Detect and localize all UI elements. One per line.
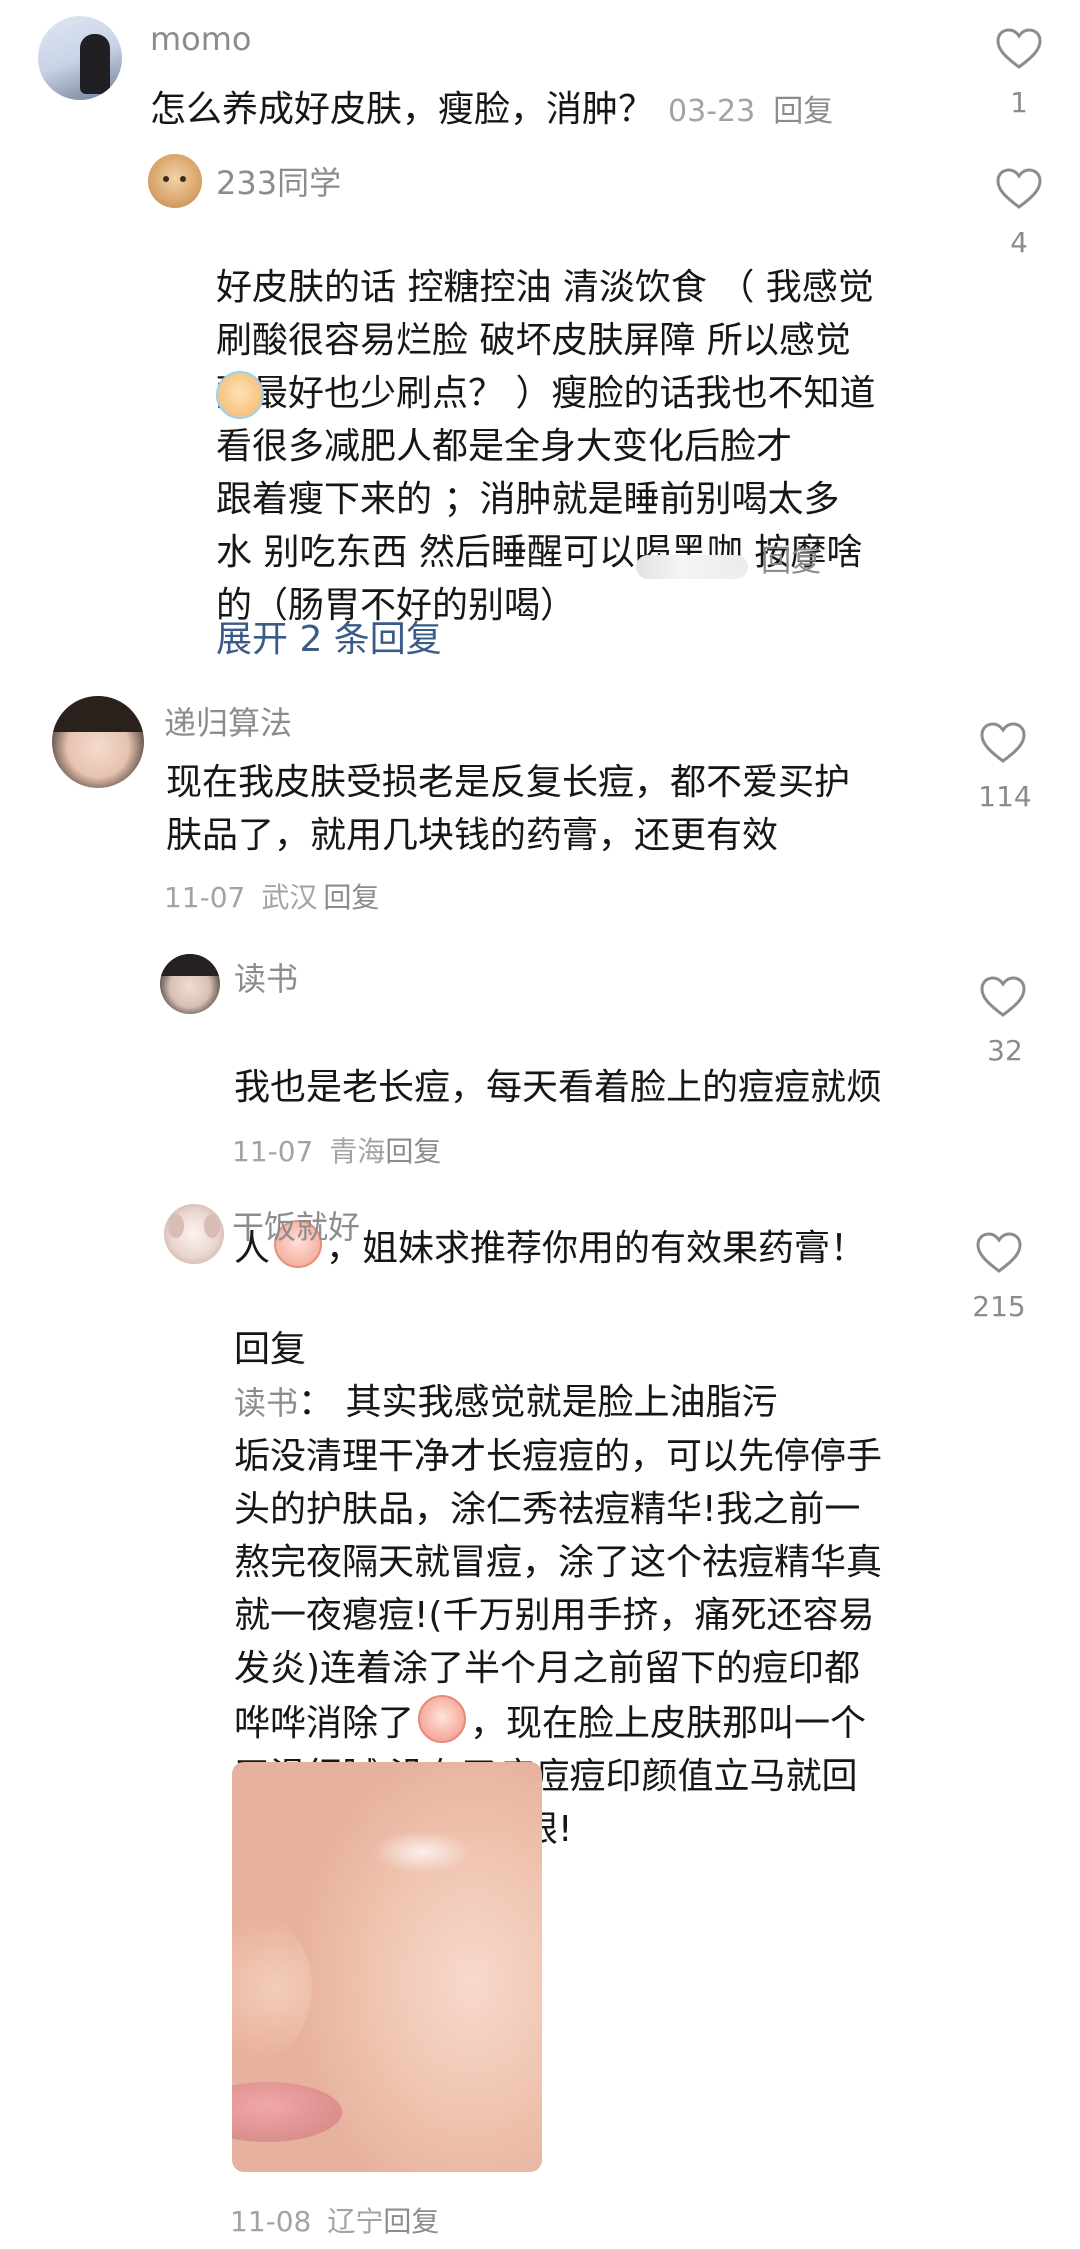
reply-button[interactable]: 回复 (383, 2205, 439, 2238)
reply-button[interactable]: 回复 (773, 94, 833, 129)
like-heart-icon[interactable] (980, 722, 1026, 764)
reply-text-part: ，姐妹求推荐你用的有效果药膏！ (326, 1228, 867, 1269)
reply-button[interactable]: 回复 (385, 1135, 441, 1168)
like-heart-icon[interactable] (976, 1232, 1022, 1274)
reply-button[interactable]: 回复 (323, 881, 379, 914)
reply-prefix: 回复 (234, 1329, 307, 1370)
like-count: 215 (972, 1290, 1026, 1323)
like-heart-icon[interactable] (996, 168, 1042, 210)
comment-date: 03-23 (668, 94, 756, 129)
avatar[interactable] (164, 1204, 224, 1264)
avatar-hair (160, 954, 220, 976)
avatar-hair (52, 696, 144, 732)
avatar[interactable] (52, 696, 144, 788)
reply-colon: ： (298, 1382, 335, 1423)
reply-location: 辽宁 (327, 2205, 384, 2238)
avatar[interactable] (148, 154, 202, 208)
reply-text-part: 其实我感觉就是脸上油脂污 垢没清理干净才长痘痘的，可以先停停手 头的护肤品，涂仁… (234, 1382, 883, 1744)
comment-line: 怎么养成好皮肤，瘦脸，消肿？ 03-23 回复 (150, 80, 833, 132)
avatar-cat-eye (163, 176, 169, 182)
avatar-puppy-ear (204, 1214, 220, 1238)
avatar-puppy-ear (168, 1214, 184, 1238)
comment-meta: 11-07 武汉 回复 (164, 876, 379, 916)
like-heart-icon[interactable] (980, 976, 1026, 1018)
like-count: 32 (987, 1034, 1023, 1067)
avatar[interactable] (38, 16, 122, 100)
reply-text: 好皮肤的话 控糖控油 清淡饮食 （ 我感觉 刷酸很容易烂脸 破坏皮肤屏障 所以感… (216, 208, 976, 632)
comment-text: 现在我皮肤受损老是反复长痘，都不爱买护 肤品了，就用几块钱的药膏，还更有效 (166, 762, 851, 856)
avatar-cat-eye (180, 176, 186, 182)
reply-date: 11-08 (230, 2205, 312, 2238)
reply-footer: 回复 (628, 536, 821, 579)
blurred-date (636, 554, 748, 579)
peach-face-icon (418, 1695, 467, 1743)
reply-meta: 11-07 青海回复 (232, 1130, 441, 1170)
reply-username[interactable]: 干饭就好 (232, 1202, 360, 1248)
like-count: 1 (1010, 86, 1028, 119)
reply-username[interactable]: 读书 (234, 954, 298, 1000)
reply-meta: 11-08 辽宁回复 (230, 2200, 439, 2240)
photo-nose-shape (232, 1912, 312, 2062)
photo-lip-shape (232, 2082, 342, 2142)
reply-date: 11-07 (232, 1135, 314, 1168)
expand-replies-button[interactable]: 展开 2 条回复 (216, 610, 442, 662)
reply-location: 青海 (329, 1135, 386, 1168)
attached-photo[interactable] (232, 1762, 542, 2172)
like-heart-icon[interactable] (996, 28, 1042, 70)
crying-face-icon (216, 371, 264, 419)
avatar-silhouette (80, 34, 110, 94)
comment-username[interactable]: 递归算法 (164, 698, 292, 744)
comment-location: 武汉 (261, 881, 318, 914)
reply-username[interactable]: 233同学 (216, 158, 341, 204)
reply-text-line: 我也是老长痘，每天看着脸上的痘痘就烦 (234, 1067, 883, 1108)
reply-to-user[interactable]: 读书 (234, 1384, 298, 1422)
like-count: 114 (978, 780, 1032, 813)
comment-text: 怎么养成好皮肤，瘦脸，消肿？ (150, 89, 655, 130)
comment-date: 11-07 (164, 881, 246, 914)
like-count: 4 (1010, 226, 1028, 259)
comment-username[interactable]: momo (150, 20, 252, 58)
avatar[interactable] (160, 954, 220, 1014)
reply-button[interactable]: 回复 (761, 544, 821, 579)
